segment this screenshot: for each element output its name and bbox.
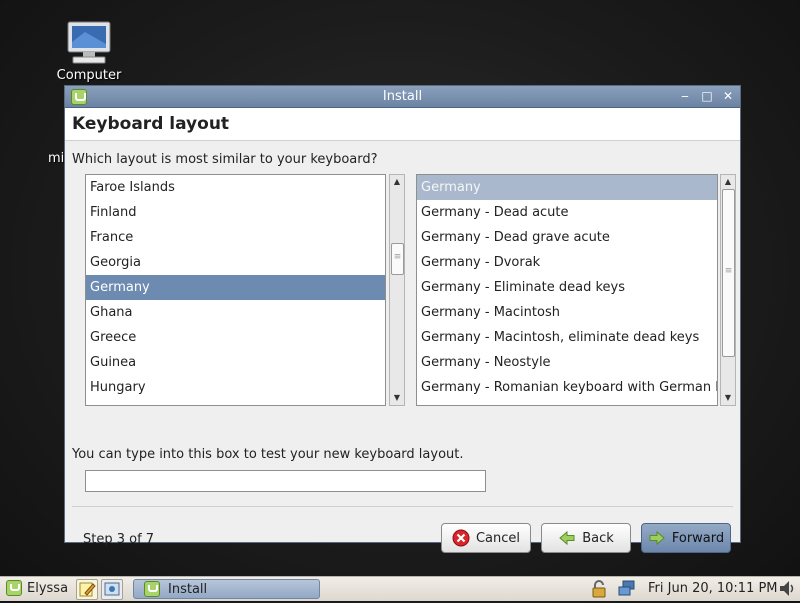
scroll-down-arrow-icon[interactable]: ▼ (390, 391, 404, 405)
desktop-icon-label: Computer (56, 68, 122, 83)
list-item[interactable]: Georgia (86, 250, 385, 275)
desktop-icon-label-partial: mi (48, 151, 65, 166)
page-title: Keyboard layout (72, 114, 230, 134)
list-item[interactable]: Germany - Dvorak (417, 250, 717, 275)
menu-label: Elyssa (27, 580, 69, 596)
country-list-scrollbar[interactable]: ▲ ▼ (389, 174, 405, 406)
taskbar-item-install[interactable]: Install (133, 579, 320, 599)
forward-label: Forward (671, 530, 725, 546)
scroll-up-arrow-icon[interactable]: ▲ (721, 175, 735, 189)
scroll-down-arrow-icon[interactable]: ▼ (721, 391, 735, 405)
scroll-thumb[interactable] (391, 243, 404, 275)
back-label: Back (582, 530, 614, 546)
list-item[interactable]: Ghana (86, 300, 385, 325)
list-item[interactable]: Germany - Dead grave acute (417, 225, 717, 250)
list-item[interactable]: Faroe Islands (86, 175, 385, 200)
window-content: Keyboard layout Which layout is most sim… (65, 108, 740, 553)
volume-icon[interactable] (778, 579, 796, 598)
list-item[interactable]: Germany - Romanian keyboard with German … (417, 375, 717, 400)
cancel-label: Cancel (475, 530, 521, 546)
install-window: Install ‒ □ ✕ Keyboard layout Which layo… (64, 85, 741, 553)
list-item[interactable]: Germany - Macintosh (417, 300, 717, 325)
keyboard-test-input[interactable] (85, 470, 486, 492)
scroll-up-arrow-icon[interactable]: ▲ (390, 175, 404, 189)
back-button[interactable]: Back (541, 523, 631, 553)
variant-list[interactable]: Germany Germany - Dead acute Germany - D… (416, 174, 718, 406)
list-item[interactable]: Germany - Neostyle (417, 350, 717, 375)
list-item[interactable]: Finland (86, 200, 385, 225)
task-label: Install (168, 581, 208, 597)
taskbar: Elyssa Install Fri Jun 20, 10:11 PM (0, 576, 800, 601)
list-item[interactable]: Hungary (86, 375, 385, 400)
divider (72, 506, 733, 507)
test-hint: You can type into this box to test your … (72, 447, 464, 462)
back-arrow-icon (559, 530, 575, 546)
list-item[interactable]: Guinea (86, 350, 385, 375)
cancel-icon (452, 529, 470, 547)
country-list[interactable]: Faroe Islands Finland France Georgia Ger… (85, 174, 386, 406)
lock-icon[interactable] (590, 580, 608, 598)
main-menu-button[interactable]: Elyssa (6, 580, 68, 596)
mint-logo-icon (6, 580, 22, 596)
scroll-thumb[interactable] (722, 189, 735, 357)
list-item[interactable]: Germany - Macintosh, eliminate dead keys (417, 325, 717, 350)
mint-logo-icon (144, 581, 160, 597)
list-item-selected[interactable]: Germany (86, 275, 385, 300)
computer-icon (67, 21, 111, 64)
maximize-button[interactable]: □ (699, 88, 715, 104)
clock[interactable]: Fri Jun 20, 10:11 PM (648, 581, 778, 596)
window-title: Install (382, 89, 423, 104)
terminal-launcher-icon[interactable] (101, 579, 123, 600)
text-editor-launcher-icon[interactable] (76, 579, 98, 600)
close-button[interactable]: ✕ (720, 88, 736, 104)
cancel-button[interactable]: Cancel (441, 523, 531, 553)
list-item[interactable]: Greece (86, 325, 385, 350)
layout-question: Which layout is most similar to your key… (72, 152, 378, 167)
forward-arrow-icon (649, 530, 665, 546)
list-item-selected[interactable]: Germany (417, 175, 717, 200)
network-icon[interactable] (618, 580, 636, 598)
list-item[interactable]: France (86, 225, 385, 250)
heading-band: Keyboard layout (65, 108, 740, 141)
minimize-button[interactable]: ‒ (677, 88, 693, 104)
forward-button[interactable]: Forward (641, 523, 731, 553)
list-item[interactable]: Germany - Dead acute (417, 200, 717, 225)
window-titlebar[interactable]: Install ‒ □ ✕ (65, 86, 740, 108)
step-indicator: Step 3 of 7 (83, 532, 155, 547)
variant-list-scrollbar[interactable]: ▲ ▼ (720, 174, 736, 406)
desktop-icon-computer[interactable]: Computer (52, 20, 126, 83)
list-item[interactable]: Germany - Eliminate dead keys (417, 275, 717, 300)
